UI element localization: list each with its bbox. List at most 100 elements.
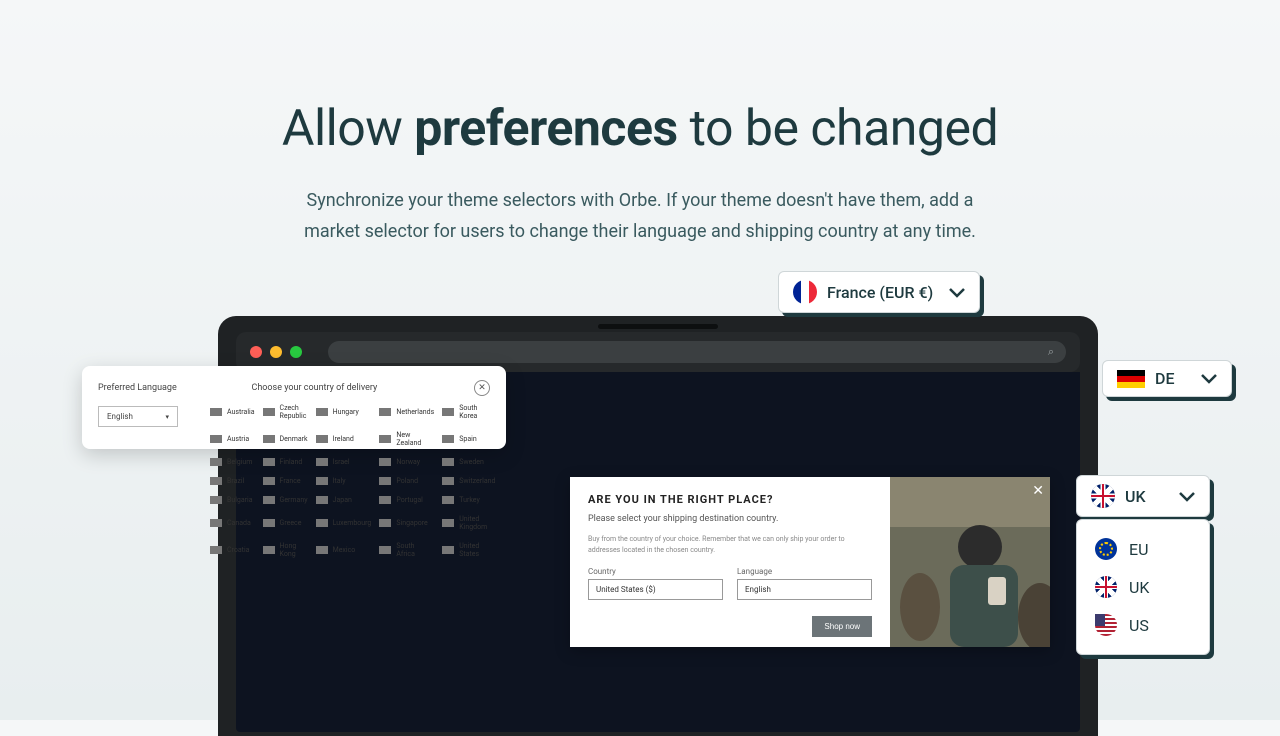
country-grid: Australia Czech Republic Hungary Netherland… <box>210 404 470 558</box>
country-option[interactable]: Finland <box>263 458 308 466</box>
country-option[interactable]: Turkey <box>442 496 495 504</box>
window-maximize-icon[interactable] <box>290 346 302 358</box>
country-option[interactable]: Japan <box>316 496 372 504</box>
country-option[interactable]: United States <box>442 542 495 558</box>
country-option[interactable]: Portugal <box>379 496 434 504</box>
country-option[interactable]: Czech Republic <box>263 404 308 420</box>
country-label: Germany <box>280 496 308 504</box>
flag-icon <box>442 435 454 443</box>
right-place-modal: ARE YOU IN THE RIGHT PLACE? Please selec… <box>570 477 1050 647</box>
country-option[interactable]: France <box>263 477 308 485</box>
country-option[interactable]: Spain <box>442 431 495 447</box>
hero: Allow preferences to be changed Synchron… <box>0 0 1280 247</box>
window-close-icon[interactable] <box>250 346 262 358</box>
country-option[interactable]: Hungary <box>316 404 372 420</box>
dropdown-option-uk[interactable]: UK <box>1091 568 1195 606</box>
country-option[interactable]: Singapore <box>379 515 434 531</box>
flag-icon <box>210 519 222 527</box>
selector-label: UK <box>1125 487 1146 506</box>
country-option[interactable]: New Zealand <box>379 431 434 447</box>
flag-icon <box>316 458 328 466</box>
country-label: Luxembourg <box>333 519 372 527</box>
shop-now-button[interactable]: Shop now <box>812 616 872 637</box>
country-label: Greece <box>280 519 302 527</box>
market-selector-de[interactable]: DE <box>1102 360 1232 397</box>
country-option[interactable]: Mexico <box>316 542 372 558</box>
flag-icon <box>379 408 391 416</box>
country-select[interactable]: United States ($) <box>588 579 723 600</box>
flag-icon <box>316 408 328 416</box>
country-option[interactable]: Belgium <box>210 458 255 466</box>
close-icon[interactable]: ✕ <box>474 380 490 396</box>
country-option[interactable]: Bulgaria <box>210 496 255 504</box>
country-label: Poland <box>396 477 418 485</box>
country-option[interactable]: Brazil <box>210 477 255 485</box>
flag-icon <box>210 435 222 443</box>
country-option[interactable]: Sweden <box>442 458 495 466</box>
country-option[interactable]: South Africa <box>379 542 434 558</box>
country-option[interactable]: Croatia <box>210 542 255 558</box>
country-option[interactable]: Canada <box>210 515 255 531</box>
country-label: Denmark <box>280 435 308 443</box>
option-label: EU <box>1129 540 1148 559</box>
market-selector-uk[interactable]: UK <box>1076 475 1210 517</box>
country-label: Croatia <box>227 546 249 554</box>
flag-icon <box>210 496 222 504</box>
country-label: South Africa <box>396 542 434 558</box>
flag-icon <box>263 477 275 485</box>
market-selector-dropdown: EU UK US <box>1076 519 1210 655</box>
close-icon[interactable]: ✕ <box>1032 483 1044 499</box>
country-label: New Zealand <box>396 431 434 447</box>
flag-icon <box>379 458 391 466</box>
country-option[interactable]: South Korea <box>442 404 495 420</box>
flag-icon <box>379 435 391 443</box>
selector-label: France (EUR €) <box>827 283 933 302</box>
country-option[interactable]: Luxembourg <box>316 515 372 531</box>
country-option[interactable]: Norway <box>379 458 434 466</box>
select-value: English <box>107 412 133 421</box>
country-option[interactable]: Hong Kong <box>263 542 308 558</box>
flag-icon <box>210 458 222 466</box>
country-option[interactable]: Netherlands <box>379 404 434 420</box>
country-label: Czech Republic <box>280 404 308 420</box>
chevron-down-icon <box>1179 487 1195 506</box>
country-option[interactable]: Denmark <box>263 431 308 447</box>
country-option[interactable]: Australia <box>210 404 255 420</box>
country-label: Netherlands <box>396 408 434 416</box>
flag-icon <box>442 477 454 485</box>
flag-icon <box>263 458 275 466</box>
flag-icon <box>316 546 328 554</box>
country-label: South Korea <box>459 404 495 420</box>
market-selector-france[interactable]: France (EUR €) <box>778 271 980 313</box>
country-option[interactable]: Germany <box>263 496 308 504</box>
flag-icon <box>379 496 391 504</box>
flag-icon <box>263 496 275 504</box>
dropdown-option-us[interactable]: US <box>1091 606 1195 644</box>
country-option[interactable]: United Kingdom <box>442 515 495 531</box>
country-option[interactable]: Israel <box>316 458 372 466</box>
country-option[interactable]: Greece <box>263 515 308 531</box>
language-select[interactable]: English ▾ <box>98 406 178 427</box>
modal-image: ✕ <box>890 477 1050 647</box>
country-option[interactable]: Italy <box>316 477 372 485</box>
modal-title-center: Choose your country of delivery <box>177 383 474 393</box>
flag-icon <box>210 408 222 416</box>
country-option[interactable]: Ireland <box>316 431 372 447</box>
country-option[interactable]: Austria <box>210 431 255 447</box>
country-label: Israel <box>333 458 350 466</box>
dropdown-option-eu[interactable]: EU <box>1091 530 1195 568</box>
country-label: Norway <box>396 458 420 466</box>
country-label: Italy <box>333 477 346 485</box>
language-select[interactable]: English <box>737 579 872 600</box>
hero-title: Allow preferences to be changed <box>0 100 1280 158</box>
flag-us-icon <box>1095 614 1117 636</box>
country-label: Canada <box>227 519 251 527</box>
country-label: Hong Kong <box>280 542 308 558</box>
window-minimize-icon[interactable] <box>270 346 282 358</box>
url-bar[interactable]: ⌕ <box>328 341 1066 363</box>
country-option[interactable]: Poland <box>379 477 434 485</box>
modal-subtitle: Please select your shipping destination … <box>588 514 872 524</box>
selector-label: DE <box>1155 369 1174 388</box>
country-option[interactable]: Switzerland <box>442 477 495 485</box>
language-label: Language <box>737 567 872 576</box>
